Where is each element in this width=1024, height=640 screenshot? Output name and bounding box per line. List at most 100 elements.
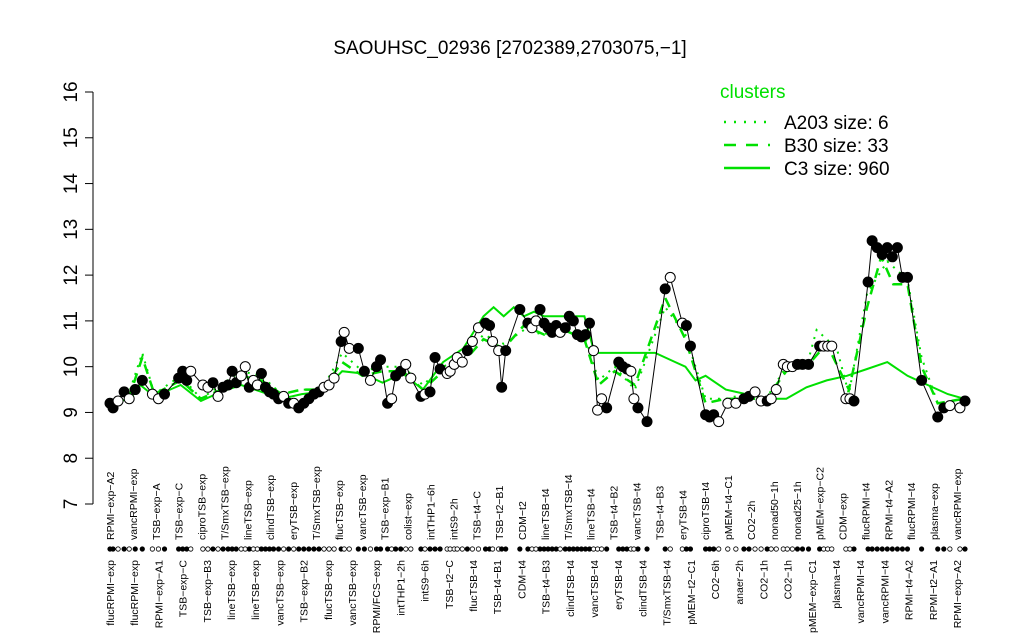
rug-mark bbox=[422, 546, 428, 552]
sample-point bbox=[625, 365, 637, 377]
x-tick-label: flucTSB−exp bbox=[334, 480, 346, 540]
rug-mark bbox=[962, 546, 968, 552]
sample-point bbox=[632, 402, 644, 414]
x-tick-label: CO2−2h bbox=[746, 500, 758, 540]
sample-point bbox=[881, 242, 893, 254]
sample-point bbox=[592, 404, 604, 416]
sample-point bbox=[335, 335, 347, 347]
rug-mark bbox=[687, 546, 694, 552]
x-tick-label: TSB−t4−B1 bbox=[492, 560, 504, 614]
x-tick-label: T/SmxTSB−exp bbox=[219, 466, 231, 540]
rug-mark bbox=[155, 546, 162, 552]
y-tick-label: 12 bbox=[61, 265, 82, 286]
x-tick-label: RPMI/FCS−exp bbox=[371, 560, 383, 633]
x-tick-label: flucRPMI−t4 bbox=[860, 482, 872, 540]
rug-mark bbox=[233, 546, 239, 552]
rug-mark bbox=[829, 546, 835, 552]
y-tick-label: 13 bbox=[61, 219, 82, 240]
rug-mark bbox=[361, 546, 367, 552]
rug-mark bbox=[393, 546, 399, 552]
x-tick-label: TSB−exp−B1 bbox=[380, 477, 392, 540]
sample-point bbox=[862, 276, 874, 288]
x-tick-label: lineTSB−exp bbox=[242, 480, 254, 540]
rug-mark bbox=[454, 546, 460, 552]
sample-point bbox=[338, 326, 350, 338]
rug-mark bbox=[768, 546, 774, 552]
sample-point bbox=[684, 340, 696, 352]
sample-point bbox=[664, 271, 676, 283]
x-tick-label: intS9−6h bbox=[420, 560, 432, 602]
x-tick-label: CO2−1h bbox=[758, 560, 770, 600]
y-axis: 7 8 9 10 11 12 13 14 15 16 bbox=[61, 81, 94, 509]
rug-mark bbox=[115, 546, 121, 552]
rug-mark bbox=[598, 546, 605, 552]
x-tick-label: vancRPMI−t4 bbox=[855, 560, 867, 623]
rug-mark bbox=[301, 546, 307, 552]
rug-mark bbox=[773, 546, 779, 552]
x-tick-label: TSB−exp−B3 bbox=[202, 560, 214, 623]
sample-point bbox=[932, 411, 944, 423]
sample-point bbox=[496, 381, 508, 393]
x-tick-label: TSB−t4−B2 bbox=[609, 486, 621, 540]
rug-mark bbox=[799, 546, 806, 552]
x-tick-label: vancRPMI−t4 bbox=[879, 560, 891, 623]
legend: clusters A203 size: 6 B30 size: 33 C3 si… bbox=[720, 82, 890, 180]
sample-point bbox=[456, 356, 468, 368]
rug-mark bbox=[789, 546, 795, 552]
rug-mark bbox=[644, 546, 650, 552]
x-tick-label: eryTSB−t4 bbox=[613, 560, 625, 610]
sample-point bbox=[596, 393, 608, 405]
x-tick-label: clindTSB−t4 bbox=[565, 560, 577, 617]
rug-mark bbox=[270, 546, 277, 552]
rug-mark bbox=[205, 546, 211, 552]
x-tick-label: vancTSB−t4 bbox=[632, 482, 644, 540]
x-tick-label: RPMI−t2−A1 bbox=[928, 560, 940, 620]
rug-mark bbox=[321, 546, 327, 552]
sample-point bbox=[534, 303, 546, 315]
x-tick-label: intS9−2h bbox=[448, 498, 460, 540]
x-tick-label: flucTSB−t4 bbox=[468, 560, 480, 612]
rug-mark bbox=[557, 546, 563, 552]
rug-mark bbox=[918, 546, 925, 552]
expression-chart: SAOUHSC_02936 [2702389,2703075,−1] 7 8 9 10… bbox=[61, 38, 971, 633]
rug-mark bbox=[503, 546, 509, 552]
rug-mark bbox=[941, 546, 947, 552]
sample-point bbox=[500, 345, 512, 357]
sample-point bbox=[559, 322, 571, 334]
legend-b30-label: B30 size: 33 bbox=[784, 136, 889, 157]
x-tick-label: TSB−exp−C bbox=[178, 560, 190, 618]
y-tick-label: 16 bbox=[61, 81, 82, 102]
sample-point bbox=[659, 283, 671, 295]
rug-mark bbox=[459, 546, 465, 552]
x-tick-label: intTHP1−2h bbox=[395, 560, 407, 616]
x-tick-label: TSB−t2−B1 bbox=[494, 486, 506, 540]
x-tick-label: TSB−t4−C bbox=[471, 491, 483, 540]
sample-point bbox=[770, 384, 782, 396]
sample-point bbox=[601, 402, 613, 414]
x-tick-label: flucTSB−exp bbox=[323, 560, 335, 620]
x-tick-label: pMEM−exp−C2 bbox=[815, 467, 827, 540]
x-tick-label: RPMI−exp−A2 bbox=[105, 472, 117, 540]
sample-point bbox=[405, 372, 417, 384]
sample-point bbox=[484, 319, 496, 331]
rug-mark bbox=[635, 546, 641, 552]
rug-mark bbox=[947, 546, 953, 552]
x-tick-label: colist−exp bbox=[403, 493, 415, 540]
sample-point bbox=[181, 374, 193, 386]
rug-mark bbox=[275, 546, 282, 552]
sample-point bbox=[239, 361, 251, 373]
rug-mark bbox=[904, 546, 911, 552]
rug-mark bbox=[296, 546, 302, 552]
sample-point bbox=[112, 395, 124, 407]
x-tick-label: T/SmxTSB−t4 bbox=[662, 560, 674, 626]
rug-mark bbox=[377, 546, 384, 552]
sample-point bbox=[959, 395, 971, 407]
sample-point bbox=[136, 374, 148, 386]
sample-point bbox=[680, 319, 692, 331]
x-tick-label: RPMI−exp−A1 bbox=[153, 560, 165, 628]
x-tick-label: clindTSB−exp bbox=[265, 475, 277, 540]
x-tick-label: clindTSB−t4 bbox=[637, 560, 649, 617]
rug-mark bbox=[331, 546, 337, 552]
sample-point bbox=[514, 303, 526, 315]
rug-mark bbox=[805, 546, 812, 552]
